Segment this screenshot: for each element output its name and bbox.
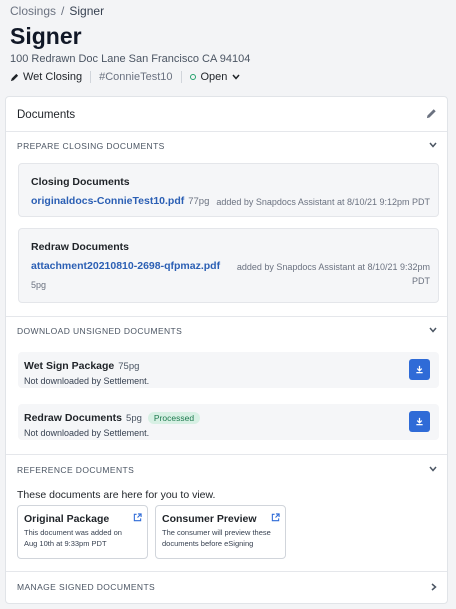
property-address: 100 Redrawn Doc Lane San Francisco CA 94… xyxy=(10,53,251,65)
download-row-wet-sign: Wet Sign Package 75pg Not downloaded by S… xyxy=(18,352,439,388)
documents-card-title: Documents xyxy=(17,109,76,121)
external-link-icon xyxy=(133,513,142,522)
redraw-documents-box: Redraw Documents attachment20210810-2698… xyxy=(18,228,439,303)
status-label: Open xyxy=(200,71,228,83)
download-button[interactable] xyxy=(409,411,430,432)
doc-added-by: added by Snapdocs Assistant at 8/10/21 9… xyxy=(237,260,430,288)
download-row-redraw: Redraw Documents 5pg Processed Not downloa… xyxy=(18,404,439,440)
pen-icon xyxy=(10,73,19,81)
manage-section-label: MANAGE SIGNED DOCUMENTS xyxy=(17,582,156,592)
closing-meta: Wet Closing #ConnieTest10 Open xyxy=(10,70,240,84)
doc-file-link[interactable]: attachment20210810-2698-qfpmaz.pdf xyxy=(31,260,220,272)
download-section-label: DOWNLOAD UNSIGNED DOCUMENTS xyxy=(17,326,183,336)
chevron-down-icon xyxy=(429,466,437,472)
processed-badge: Processed xyxy=(147,412,201,424)
closing-type: Wet Closing xyxy=(10,71,82,83)
external-link-icon xyxy=(271,513,280,522)
status-dropdown[interactable]: Open xyxy=(189,71,241,83)
chevron-down-icon xyxy=(429,327,437,333)
closing-tag: #ConnieTest10 xyxy=(99,71,173,83)
documents-card-header: Documents xyxy=(6,97,447,132)
reference-card-consumer-preview[interactable]: Consumer Preview The consumer will previ… xyxy=(155,505,286,559)
reference-section-header[interactable]: REFERENCE DOCUMENTS xyxy=(6,461,447,481)
doc-file-link[interactable]: originaldocs-ConnieTest10.pdf 77pg xyxy=(31,195,209,207)
download-page-count: 5pg xyxy=(126,412,142,424)
doc-page-count: 77pg xyxy=(188,196,210,207)
doc-added-by-line: PDT xyxy=(412,276,430,286)
documents-card: Documents PREPARE CLOSING DOCUMENTS Clos… xyxy=(5,96,448,604)
download-status: Not downloaded by Settlement. xyxy=(24,428,150,438)
prepare-section-label: PREPARE CLOSING DOCUMENTS xyxy=(17,141,165,151)
meta-divider xyxy=(90,71,92,83)
download-page-count: 75pg xyxy=(118,360,140,372)
meta-divider xyxy=(180,71,182,83)
edit-pencil-icon[interactable] xyxy=(426,108,437,119)
download-title: Redraw Documents 5pg Processed xyxy=(24,412,201,424)
chevron-down-icon xyxy=(429,142,437,148)
reference-card-desc: The consumer will preview these document… xyxy=(162,528,271,548)
status-dot-icon xyxy=(189,74,196,80)
reference-section-label: REFERENCE DOCUMENTS xyxy=(17,465,135,475)
reference-card-original-package[interactable]: Original Package This document was added… xyxy=(17,505,148,559)
reference-card-title: Original Package xyxy=(24,513,110,525)
download-status: Not downloaded by Settlement. xyxy=(24,376,150,386)
breadcrumb-separator: / xyxy=(61,4,65,18)
doc-file-name[interactable]: originaldocs-ConnieTest10.pdf xyxy=(31,195,184,207)
section-divider xyxy=(6,571,447,572)
doc-title: Redraw Documents xyxy=(31,241,130,253)
download-title-text: Wet Sign Package xyxy=(24,360,115,372)
section-divider xyxy=(6,316,447,317)
download-icon xyxy=(416,365,423,374)
closing-documents-box: Closing Documents originaldocs-ConnieTes… xyxy=(18,163,439,217)
doc-title: Closing Documents xyxy=(31,176,130,188)
section-divider xyxy=(6,454,447,455)
prepare-section-header[interactable]: PREPARE CLOSING DOCUMENTS xyxy=(6,137,447,157)
chevron-right-icon xyxy=(431,583,437,591)
doc-added-by: added by Snapdocs Assistant at 8/10/21 9… xyxy=(216,197,430,207)
doc-page-count: 5pg xyxy=(31,280,47,290)
chevron-down-icon xyxy=(232,74,240,80)
breadcrumb-closings-link[interactable]: Closings xyxy=(10,4,56,18)
breadcrumb: Closings / Signer xyxy=(10,4,104,18)
reference-card-desc: This document was added on Aug 10th at 9… xyxy=(24,528,122,548)
manage-section-header[interactable]: MANAGE SIGNED DOCUMENTS xyxy=(6,578,447,598)
download-title: Wet Sign Package 75pg xyxy=(24,360,139,372)
download-icon xyxy=(416,417,423,426)
download-button[interactable] xyxy=(409,359,430,380)
breadcrumb-current: Signer xyxy=(69,4,105,18)
download-section-header[interactable]: DOWNLOAD UNSIGNED DOCUMENTS xyxy=(6,322,447,342)
closing-type-label: Wet Closing xyxy=(23,71,83,83)
reference-card-title: Consumer Preview xyxy=(162,513,257,525)
page-title: Signer xyxy=(10,23,82,49)
doc-added-by-line: added by Snapdocs Assistant at 8/10/21 9… xyxy=(236,262,430,272)
reference-note: These documents are here for you to view… xyxy=(17,489,216,501)
download-title-text: Redraw Documents xyxy=(24,412,123,424)
